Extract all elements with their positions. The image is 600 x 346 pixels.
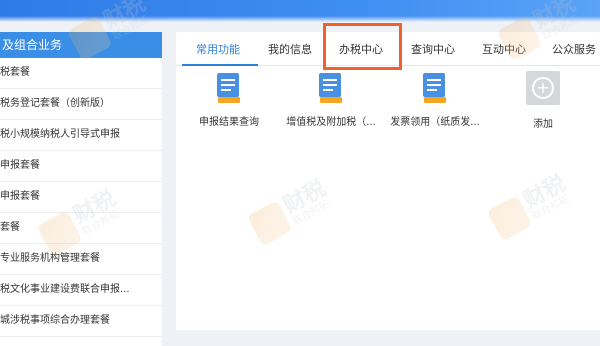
sidebar-item[interactable]: 税套餐 xyxy=(0,58,162,89)
sidebar-item[interactable]: 套餐 xyxy=(0,213,162,244)
function-label: 发票领用（纸质发... xyxy=(390,117,480,128)
sidebar-item[interactable]: 专业服务机构管理套餐 xyxy=(0,244,162,275)
sidebar-item[interactable]: 申报套餐 xyxy=(0,182,162,213)
document-icon xyxy=(319,73,342,103)
sidebar-item[interactable]: 税小规模纳税人引导式申报 xyxy=(0,120,162,151)
tab-public-service[interactable]: 公众服务 xyxy=(552,41,596,57)
tab-tax-center[interactable]: 办税中心 xyxy=(339,41,383,57)
add-label: 添加 xyxy=(533,119,553,130)
tab-common-functions[interactable]: 常用功能 xyxy=(196,41,240,57)
sidebar: 及组合业务 税套餐 税务登记套餐（创新版） 税小规模纳税人引导式申报 申报套餐 … xyxy=(0,32,162,346)
tab-bar: 常用功能 我的信息 办税中心 查询中心 互动中心 公众服务 xyxy=(176,32,600,66)
sidebar-item[interactable]: 城涉税事项综合办理套餐 xyxy=(0,306,162,337)
active-tab-indicator xyxy=(182,64,258,66)
document-icon xyxy=(217,73,240,103)
sidebar-header: 及组合业务 xyxy=(0,32,162,58)
tab-interaction-center[interactable]: 互动中心 xyxy=(482,41,526,57)
header-band xyxy=(0,0,600,22)
add-function-tile[interactable]: + 添加 xyxy=(498,71,588,130)
function-tile[interactable]: 申报结果查询 xyxy=(184,73,274,128)
function-tile[interactable]: 发票领用（纸质发... xyxy=(390,73,480,128)
tab-query-center[interactable]: 查询中心 xyxy=(411,41,455,57)
sidebar-item[interactable]: 税文化事业建设费联合申报... xyxy=(0,275,162,306)
document-icon xyxy=(423,73,446,103)
function-label: 增值税及附加税（... xyxy=(286,117,376,128)
function-tile[interactable]: 增值税及附加税（... xyxy=(286,73,376,128)
sidebar-item[interactable]: 申报套餐 xyxy=(0,151,162,182)
main-panel: 常用功能 我的信息 办税中心 查询中心 互动中心 公众服务 申报结果查询 增值税… xyxy=(176,23,600,330)
sidebar-item[interactable]: 税务登记套餐（创新版） xyxy=(0,89,162,120)
function-label: 申报结果查询 xyxy=(199,117,259,128)
tab-my-info[interactable]: 我的信息 xyxy=(268,41,312,57)
plus-icon: + xyxy=(526,71,560,105)
